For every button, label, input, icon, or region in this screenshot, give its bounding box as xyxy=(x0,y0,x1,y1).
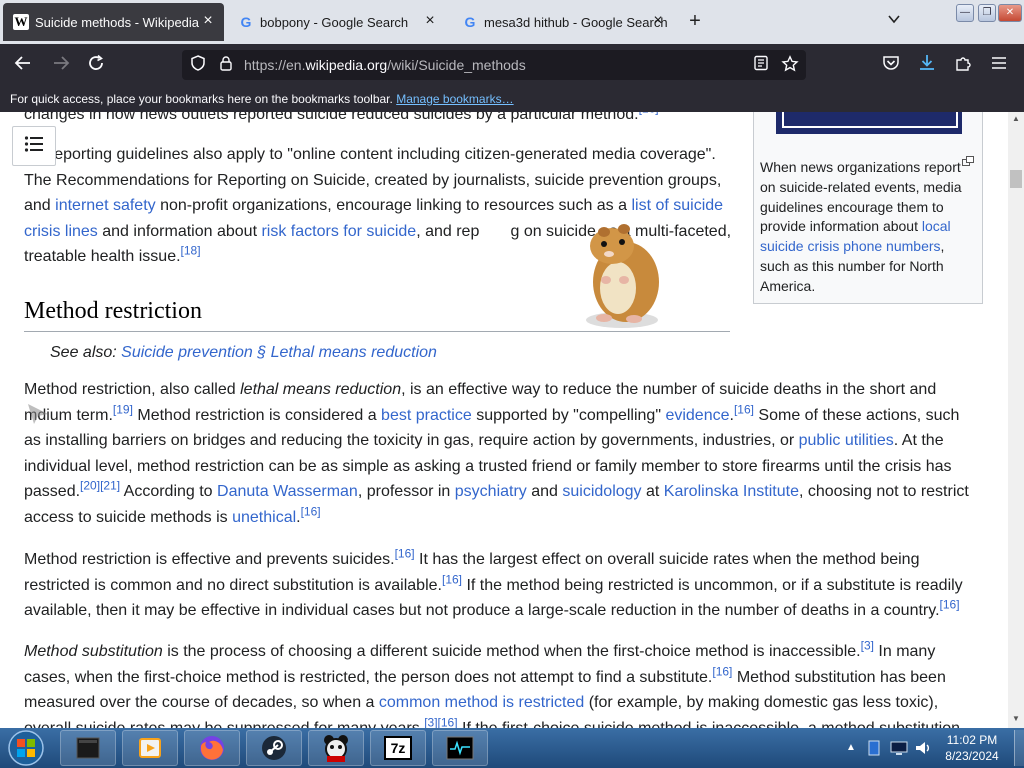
tab-bobpony[interactable]: G bobpony - Google Search × xyxy=(228,3,446,41)
wikipedia-favicon-icon: W xyxy=(13,14,29,30)
paragraph-method-restriction: Method restriction, also called lethal m… xyxy=(24,381,969,526)
citation[interactable]: [18] xyxy=(181,244,201,258)
citation[interactable]: [20] xyxy=(80,479,100,493)
tray-app-icon[interactable] xyxy=(866,739,882,762)
reload-icon[interactable] xyxy=(85,54,107,76)
taskbar-terminal-icon[interactable] xyxy=(432,730,488,766)
bookmarks-toolbar: For quick access, place your bookmarks h… xyxy=(0,86,1024,112)
infobox-caption: When news organizations report on suicid… xyxy=(760,159,962,294)
restore-window-icon[interactable]: ❐ xyxy=(978,4,996,22)
danuta-wasserman-link[interactable]: Danuta Wasserman xyxy=(217,483,358,500)
internet-safety-link[interactable]: internet safety xyxy=(55,197,156,214)
tab-label: mesa3d hithub - Google Search xyxy=(484,14,668,30)
public-utilities-link[interactable]: public utilities xyxy=(799,432,894,449)
citation[interactable]: [16] xyxy=(712,664,732,678)
unethical-link[interactable]: unethical xyxy=(232,509,296,526)
psychiatry-link[interactable]: psychiatry xyxy=(455,483,527,500)
menu-hamburger-icon[interactable] xyxy=(988,54,1010,76)
lock-icon[interactable] xyxy=(216,55,236,75)
tab-label: Suicide methods - Wikipedia xyxy=(35,14,200,30)
navigation-toolbar: https://en.wikipedia.org/wiki/Suicide_me… xyxy=(0,44,1024,86)
close-tab-icon[interactable]: × xyxy=(422,13,438,29)
crisis-line-image[interactable] xyxy=(776,112,962,134)
risk-factors-link[interactable]: risk factors for suicide xyxy=(261,223,416,240)
citation[interactable]: [16] xyxy=(734,402,754,416)
taskbar-steam-icon[interactable] xyxy=(246,730,302,766)
show-desktop-button[interactable] xyxy=(1014,730,1024,766)
google-favicon-icon: G xyxy=(240,14,252,30)
manage-bookmarks-link[interactable]: Manage bookmarks… xyxy=(396,92,513,106)
pocket-icon[interactable] xyxy=(880,54,902,76)
taskbar-ucn-game-icon[interactable] xyxy=(308,730,364,766)
taskbar-notebook-icon[interactable] xyxy=(60,730,116,766)
list-all-tabs-chevron-down-icon[interactable] xyxy=(884,12,904,32)
start-orb-icon[interactable] xyxy=(4,728,48,768)
citation[interactable]: [21] xyxy=(100,479,120,493)
close-tab-icon[interactable]: × xyxy=(650,13,666,29)
address-bar[interactable]: https://en.wikipedia.org/wiki/Suicide_me… xyxy=(182,50,806,80)
downloads-icon[interactable] xyxy=(916,54,938,76)
best-practice-link[interactable]: best practice xyxy=(381,407,472,424)
citation[interactable]: [19] xyxy=(113,402,133,416)
scroll-down-icon[interactable]: ▼ xyxy=(1008,712,1024,726)
common-method-restricted-link[interactable]: common method is restricted xyxy=(379,694,584,711)
mouse-pointer-icon xyxy=(26,402,50,426)
minimize-window-icon[interactable]: — xyxy=(956,4,974,22)
citation[interactable]: [16] xyxy=(395,547,415,561)
scrollbar-thumb[interactable] xyxy=(1010,170,1022,188)
lethal-means-reduction-link[interactable]: Suicide prevention § Lethal means reduct… xyxy=(121,344,437,361)
tab-strip: W Suicide methods - Wikipedia × G bobpon… xyxy=(0,0,1024,44)
article-content: changes in how news outlets reported sui… xyxy=(0,112,1008,728)
page-scrollbar[interactable]: ▲ ▼ xyxy=(1008,112,1024,728)
back-arrow-icon[interactable] xyxy=(12,54,34,76)
paragraph-effectiveness: Method restriction is effective and prev… xyxy=(24,546,963,619)
clock-time: 11:02 PM xyxy=(946,733,998,747)
extensions-puzzle-icon[interactable] xyxy=(952,54,974,76)
bookmarks-hint-text: For quick access, place your bookmarks h… xyxy=(10,92,393,106)
new-tab-button[interactable]: + xyxy=(684,10,706,32)
citation[interactable]: [3] xyxy=(861,639,874,653)
taskbar-clock[interactable]: 11:02 PM 8/23/2024 xyxy=(930,732,1014,764)
close-tab-icon[interactable]: × xyxy=(200,13,216,29)
evidence-link[interactable]: evidence xyxy=(665,407,729,424)
paragraph-method-substitution: Method substitution is the process of ch… xyxy=(24,638,961,728)
network-monitor-icon[interactable] xyxy=(890,740,908,761)
infobox-figure: When news organizations report on suicid… xyxy=(753,112,983,304)
screen: W Suicide methods - Wikipedia × G bobpon… xyxy=(0,0,1024,768)
see-also-hatnote: See also: Suicide prevention § Lethal me… xyxy=(50,344,437,361)
citation[interactable]: [16] xyxy=(301,504,321,518)
windows-taskbar: 7z ▲ 11:02 PM 8/23/2024 xyxy=(0,728,1024,768)
table-of-contents-list-icon[interactable] xyxy=(12,126,56,166)
citation[interactable]: [16] xyxy=(940,598,960,612)
tab-wikipedia[interactable]: W Suicide methods - Wikipedia × xyxy=(3,3,224,41)
desktop-pet-hamster-icon[interactable] xyxy=(576,220,662,330)
taskbar-media-player-icon[interactable] xyxy=(122,730,178,766)
tab-mesa3d[interactable]: G mesa3d hithub - Google Search × xyxy=(452,3,674,41)
scroll-up-icon[interactable]: ▲ xyxy=(1008,112,1024,126)
reader-view-icon[interactable] xyxy=(751,55,771,75)
citation-cut[interactable]: [16] xyxy=(639,112,659,116)
close-window-icon[interactable]: ✕ xyxy=(998,4,1022,22)
citation[interactable]: [3] xyxy=(424,715,437,728)
forward-arrow-icon[interactable] xyxy=(50,54,72,76)
tab-label: bobpony - Google Search xyxy=(260,14,409,30)
show-hidden-icons-chevron-up-icon[interactable]: ▲ xyxy=(846,742,856,753)
bookmark-star-icon[interactable] xyxy=(780,55,800,75)
suicidology-link[interactable]: suicidology xyxy=(562,483,641,500)
url-text[interactable]: https://en.wikipedia.org/wiki/Suicide_me… xyxy=(244,57,526,73)
taskbar-firefox-icon[interactable] xyxy=(184,730,240,766)
karolinska-link[interactable]: Karolinska Institute xyxy=(664,483,799,500)
citation[interactable]: [16] xyxy=(438,715,458,728)
google-favicon-icon: G xyxy=(464,14,476,30)
clock-date: 8/23/2024 xyxy=(945,749,999,763)
tracking-protection-shield-icon[interactable] xyxy=(188,55,208,75)
taskbar-7zip-icon[interactable]: 7z xyxy=(370,730,426,766)
citation[interactable]: [16] xyxy=(442,572,462,586)
